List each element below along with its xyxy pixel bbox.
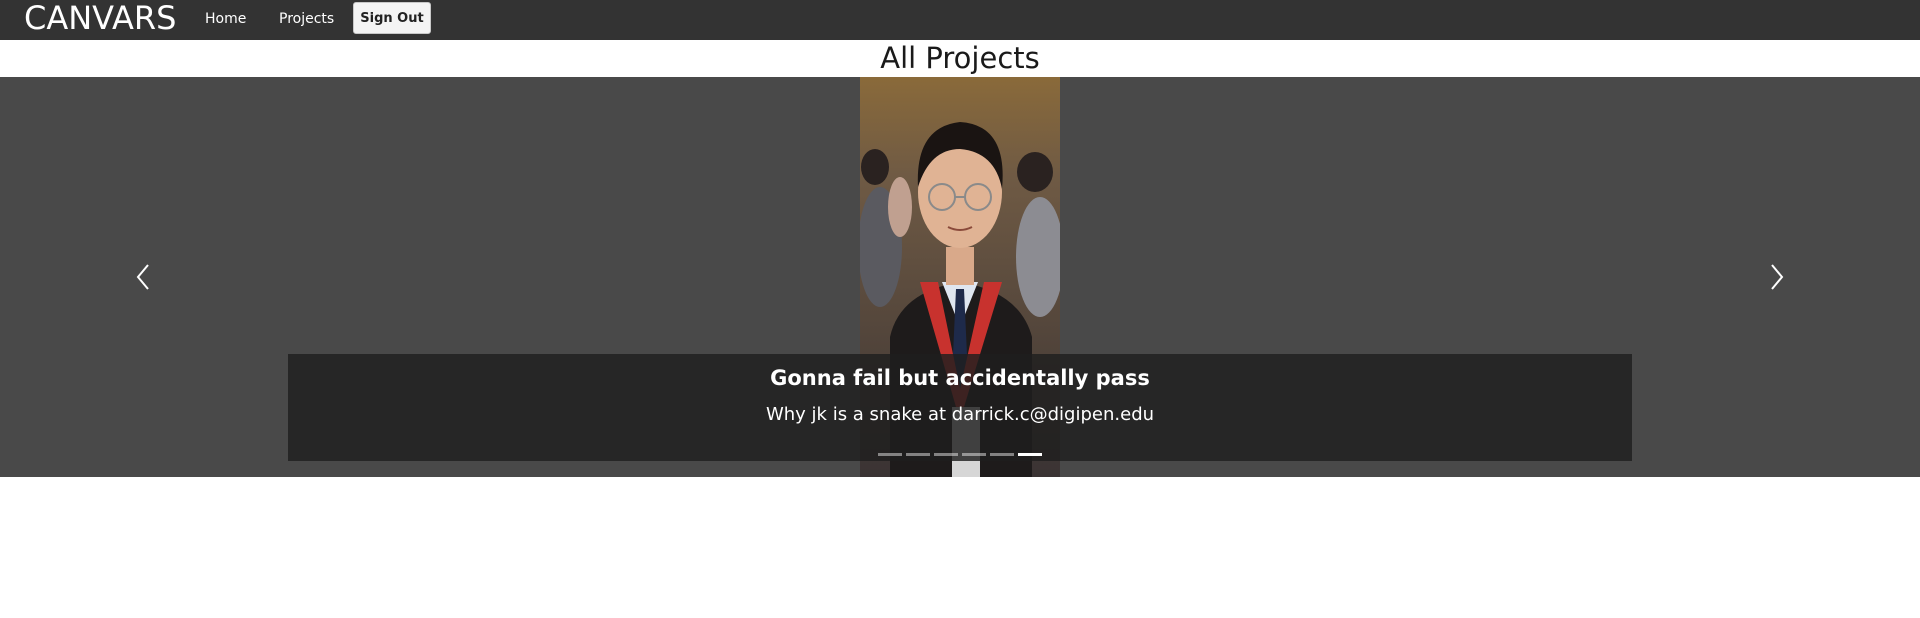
carousel-indicator-active[interactable] <box>1018 453 1042 456</box>
carousel-indicator[interactable] <box>906 453 930 456</box>
carousel-indicator[interactable] <box>934 453 958 456</box>
page-title: All Projects <box>880 41 1040 75</box>
carousel-indicators <box>0 453 1920 463</box>
projects-carousel: Gonna fail but accidentally pass Why jk … <box>0 77 1920 477</box>
carousel-indicator[interactable] <box>878 453 902 456</box>
sign-out-button[interactable]: Sign Out <box>353 2 431 34</box>
slide-caption: Gonna fail but accidentally pass Why jk … <box>288 354 1632 461</box>
nav-projects-link[interactable]: Projects <box>279 0 334 38</box>
top-navbar: CANVARS Home Projects Sign Out <box>0 0 1920 40</box>
carousel-next-button[interactable] <box>1746 247 1806 307</box>
carousel-indicator[interactable] <box>962 453 986 456</box>
carousel-indicator[interactable] <box>990 453 1014 456</box>
chevron-right-icon <box>1771 264 1784 290</box>
caption-text: Why jk is a snake at darrick.c@digipen.e… <box>765 404 1155 425</box>
nav-home-link[interactable]: Home <box>205 0 246 38</box>
caption-title: Gonna fail but accidentally pass <box>770 366 1150 390</box>
brand-logo[interactable]: CANVARS <box>24 0 176 36</box>
carousel-prev-button[interactable] <box>114 247 174 307</box>
chevron-left-icon <box>136 264 149 290</box>
